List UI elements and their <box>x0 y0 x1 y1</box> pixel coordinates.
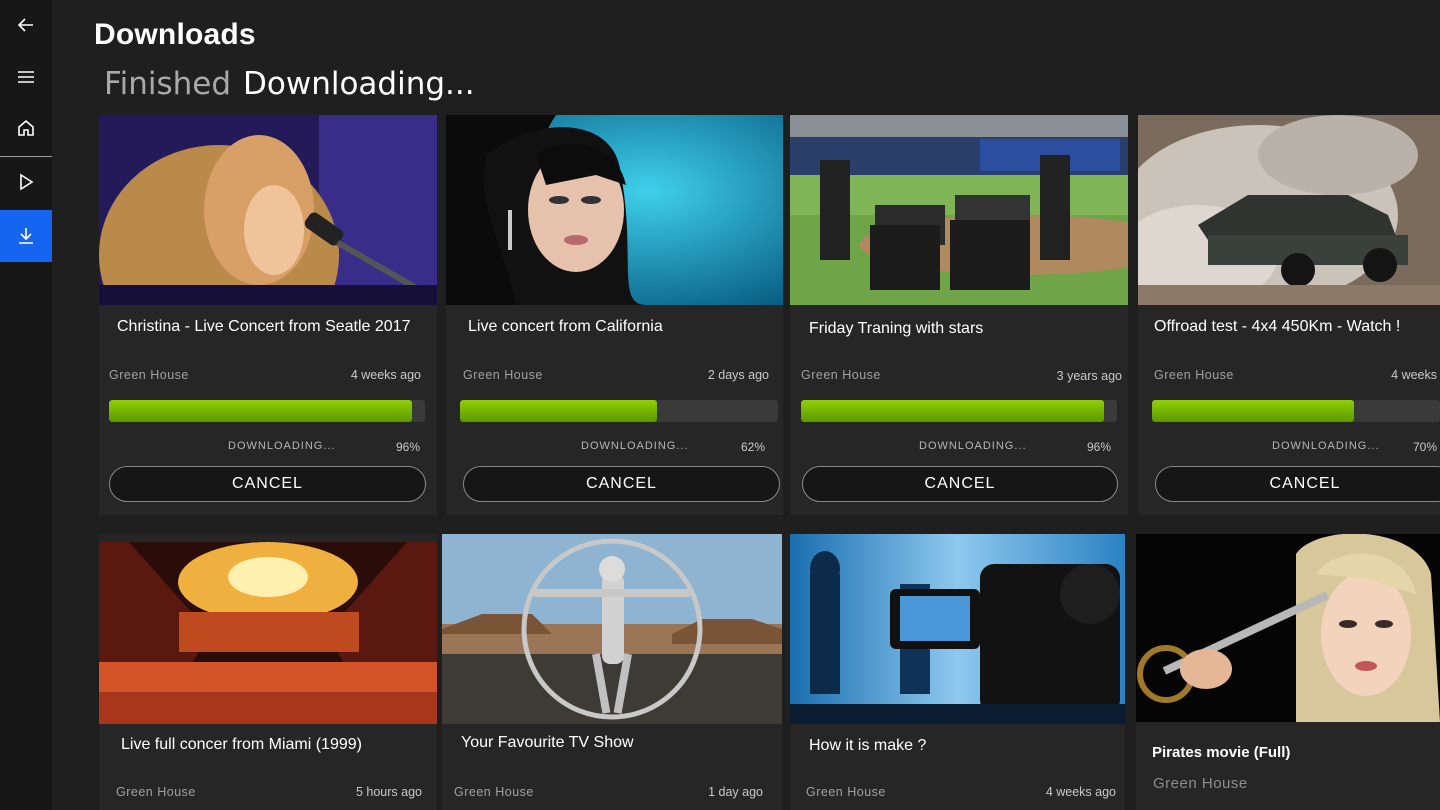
download-card[interactable]: Live full concer from Miami (1999) Green… <box>99 534 437 810</box>
channel-name: Green House <box>116 785 196 799</box>
progress-bar <box>1152 400 1440 422</box>
download-card[interactable]: Christina - Live Concert from Seatle 201… <box>99 115 437 515</box>
sidebar-item-downloads[interactable] <box>0 210 52 262</box>
video-thumbnail[interactable] <box>1138 115 1440 305</box>
sidebar <box>0 0 52 810</box>
video-title: Pirates movie (Full) <box>1152 744 1291 761</box>
channel-name: Green House <box>463 368 543 382</box>
hamburger-menu-icon <box>18 71 34 83</box>
cancel-button[interactable]: CANCEL <box>109 466 426 502</box>
upload-time: 4 weeks ago <box>1045 785 1116 799</box>
video-thumbnail[interactable] <box>99 542 437 724</box>
back-arrow-icon <box>17 18 33 32</box>
download-card[interactable]: Live concert from California Green House… <box>446 115 783 515</box>
progress-fill <box>109 400 413 422</box>
channel-name: Green House <box>1154 368 1234 382</box>
video-thumbnail[interactable] <box>99 115 437 305</box>
progress-percent: 70% <box>1413 440 1438 454</box>
progress-fill <box>460 400 658 422</box>
download-card[interactable]: Offroad test - 4x4 450Km - Watch ! Green… <box>1138 115 1440 515</box>
video-thumbnail[interactable] <box>1136 534 1440 722</box>
cancel-button[interactable]: CANCEL <box>463 466 780 502</box>
sidebar-item-home[interactable] <box>0 103 52 153</box>
video-title: Live concert from California <box>468 318 663 335</box>
video-title: Your Favourite TV Show <box>461 734 634 751</box>
upload-time: 3 years ago <box>1056 369 1122 383</box>
menu-button[interactable] <box>0 52 52 102</box>
video-thumbnail[interactable] <box>790 115 1128 305</box>
download-card[interactable]: Pirates movie (Full) Green House <box>1136 534 1440 810</box>
progress-fill <box>1152 400 1354 422</box>
upload-time: 1 day ago <box>708 785 763 799</box>
video-title: Friday Traning with stars <box>809 320 984 337</box>
channel-name: Green House <box>806 785 886 799</box>
sidebar-item-play[interactable] <box>0 157 52 207</box>
channel-name: Green House <box>109 368 189 382</box>
channel-name: Green House <box>801 368 881 382</box>
upload-time: 2 days ago <box>707 368 769 382</box>
play-icon <box>20 173 34 191</box>
video-thumbnail[interactable] <box>442 534 782 724</box>
video-title: Christina - Live Concert from Seatle 201… <box>117 318 411 335</box>
download-card[interactable]: How it is make ? Green House 4 weeks ago <box>790 534 1125 810</box>
cancel-button[interactable]: CANCEL <box>802 466 1118 502</box>
download-status: DOWNLOADING... <box>581 440 689 452</box>
channel-name: Green House <box>1153 775 1248 792</box>
progress-percent: 62% <box>741 440 766 454</box>
upload-time: 5 hours ago <box>355 785 422 799</box>
download-status: DOWNLOADING... <box>1272 440 1380 452</box>
page-title: Downloads <box>94 18 256 51</box>
tab-finished[interactable]: Finished <box>104 66 231 102</box>
upload-time: 4 weeks <box>1391 368 1437 382</box>
channel-name: Green House <box>454 785 534 799</box>
home-icon <box>18 119 34 136</box>
cancel-button[interactable]: CANCEL <box>1155 466 1440 502</box>
progress-percent: 96% <box>396 440 421 454</box>
video-thumbnail[interactable] <box>790 534 1125 724</box>
video-title: Live full concer from Miami (1999) <box>121 736 362 753</box>
video-title: Offroad test - 4x4 450Km - Watch ! <box>1154 318 1401 335</box>
back-button[interactable] <box>0 0 52 50</box>
video-thumbnail[interactable] <box>446 115 783 305</box>
progress-bar <box>460 400 778 422</box>
progress-fill <box>801 400 1105 422</box>
progress-bar <box>109 400 425 422</box>
progress-bar <box>801 400 1117 422</box>
upload-time: 4 weeks ago <box>350 368 421 382</box>
download-card[interactable]: Friday Traning with stars Green House 3 … <box>790 115 1128 515</box>
tab-downloading[interactable]: Downloading... <box>243 66 475 102</box>
download-status: DOWNLOADING... <box>919 440 1027 452</box>
download-card[interactable]: Your Favourite TV Show Green House 1 day… <box>442 534 782 810</box>
download-status: DOWNLOADING... <box>228 440 336 452</box>
progress-percent: 96% <box>1087 440 1112 454</box>
download-icon <box>19 228 33 244</box>
video-title: How it is make ? <box>809 737 927 754</box>
